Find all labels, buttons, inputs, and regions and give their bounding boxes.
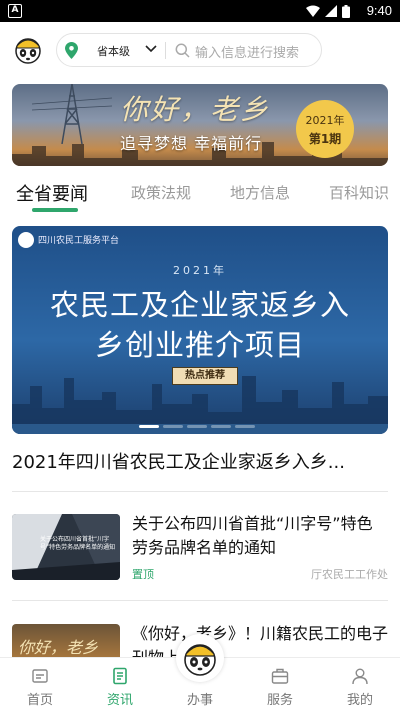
platform-logo-icon: [18, 232, 34, 248]
carousel-dot[interactable]: [187, 425, 207, 428]
signal-icon: [325, 5, 337, 17]
pinned-tag: 置顶: [132, 568, 154, 581]
nav-label: 办事: [186, 693, 213, 708]
hot-recommend-badge: 热点推荐: [172, 367, 238, 385]
feature-year: 2021年: [173, 264, 227, 277]
feature-carousel[interactable]: 四川农民工服务平台 2021年 农民工及企业家返乡入 乡创业推介项目 热点推荐: [12, 226, 388, 434]
nav-label: 我的: [346, 693, 373, 708]
carousel-indicator: [139, 425, 255, 428]
home-icon: [32, 669, 48, 683]
tab-active-indicator: [32, 208, 78, 212]
news-title: 关于公布四川省首批“川字号”特色劳务品牌名单的通知: [132, 514, 373, 557]
carousel-dot[interactable]: [211, 425, 231, 428]
nav-home[interactable]: 首页: [0, 658, 80, 711]
thumbnail-caption: 关于公布四川省首批“川字号”特色劳务品牌名单的通知: [40, 536, 116, 551]
issue-year: 2021年: [305, 114, 345, 127]
user-icon: [352, 668, 368, 685]
tab-local-info[interactable]: 地方信息: [230, 182, 290, 203]
nav-label: 首页: [26, 693, 53, 708]
news-thumbnail: 关于公布四川省首批“川字号”特色劳务品牌名单的通知: [12, 514, 120, 580]
nav-label: 服务: [266, 693, 293, 708]
battery-icon: [342, 4, 350, 18]
tab-national-news[interactable]: 全省要闻: [16, 180, 88, 206]
wifi-icon: [306, 5, 320, 17]
list-item[interactable]: 关于公布四川省首批“川字号”特色劳务品牌名单的通知 关于公布四川省首批“川字号”…: [12, 514, 388, 604]
divider: [12, 491, 388, 492]
carousel-dot[interactable]: [163, 425, 183, 428]
panda-icon: [184, 644, 216, 676]
briefcase-icon: [271, 668, 289, 684]
status-bar: A 9:40: [0, 0, 400, 22]
notification-icon: A: [8, 4, 22, 18]
carousel-dot[interactable]: [139, 425, 159, 428]
news-source: 厅农民工工作处: [311, 568, 388, 581]
thumbnail-caption: 你好，老乡: [18, 638, 99, 657]
nav-profile[interactable]: 我的: [320, 658, 400, 711]
tab-policy-law[interactable]: 政策法规: [131, 182, 191, 203]
tab-encyclopedia[interactable]: 百科知识: [329, 182, 389, 203]
center-action-button[interactable]: [176, 634, 224, 682]
carousel-dot[interactable]: [235, 425, 255, 428]
issue-badge: 2021年 第1期: [296, 100, 354, 158]
platform-name: 四川农民工服务平台: [38, 236, 120, 246]
search-icon: [175, 43, 190, 58]
banner-title: 你好，老乡: [120, 93, 271, 126]
banner-subtitle: 追寻梦想 幸福前行: [120, 134, 263, 153]
news-icon: [113, 667, 127, 685]
issue-number: 第1期: [308, 132, 342, 146]
status-time: 9:40: [366, 3, 392, 18]
nav-news[interactable]: 资讯: [80, 658, 160, 711]
nav-service[interactable]: 服务: [240, 658, 320, 711]
search-bar[interactable]: 省本级 输入信息进行搜索: [56, 33, 322, 67]
category-tabs: 全省要闻 政策法规 地方信息 百科知识: [0, 178, 400, 214]
feature-headline-line1: 农民工及企业家返乡入: [49, 288, 350, 322]
app-header: 省本级 输入信息进行搜索: [0, 22, 400, 78]
feature-caption[interactable]: 2021年四川省农民工及企业家返乡入乡...: [12, 448, 388, 474]
region-selector[interactable]: 省本级: [97, 43, 130, 59]
nav-label: 资讯: [106, 693, 133, 708]
top-banner[interactable]: 你好，老乡 追寻梦想 幸福前行 2021年 第1期: [12, 84, 388, 166]
panda-logo-icon[interactable]: [12, 34, 44, 66]
search-input[interactable]: 输入信息进行搜索: [195, 42, 299, 61]
chevron-down-icon[interactable]: [145, 45, 157, 53]
tower-illustration: [32, 84, 112, 144]
feature-headline-line2: 乡创业推介项目: [94, 328, 305, 362]
search-divider: [165, 42, 166, 59]
location-pin-icon: [65, 42, 78, 59]
divider: [12, 600, 388, 601]
